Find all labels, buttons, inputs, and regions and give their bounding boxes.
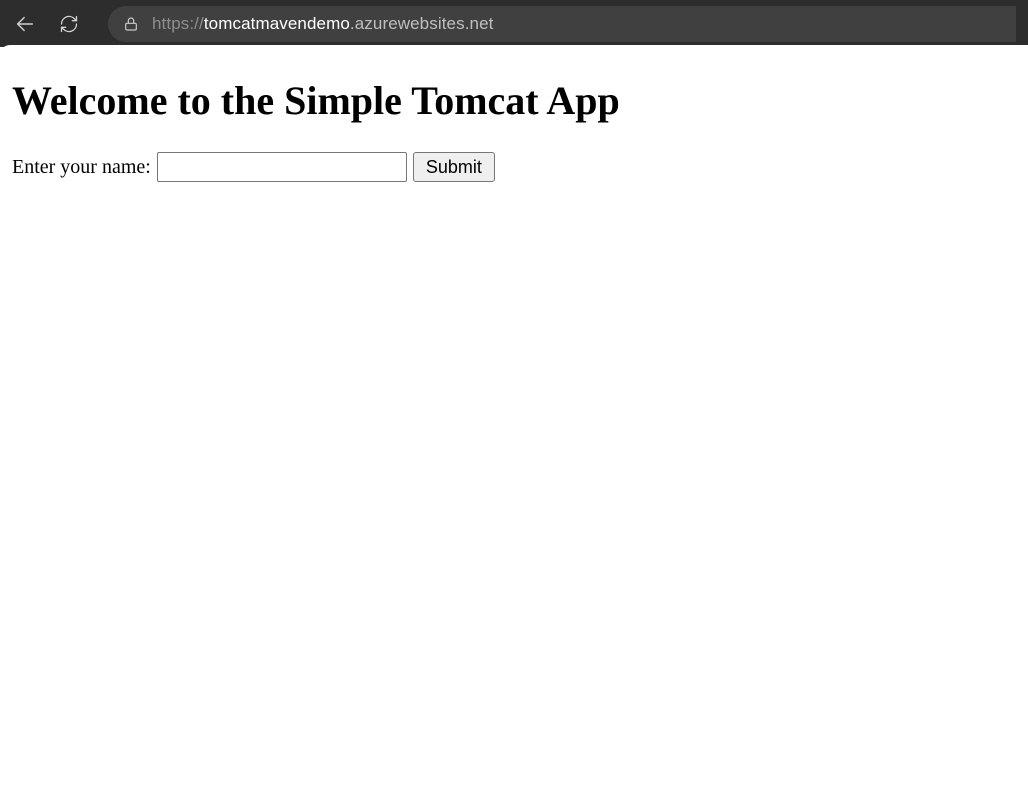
page-viewport: Welcome to the Simple Tomcat App Enter y… bbox=[0, 45, 1028, 786]
name-label: Enter your name: bbox=[12, 156, 151, 179]
submit-button[interactable]: Submit bbox=[413, 152, 495, 182]
address-bar[interactable]: https://tomcatmavendemo.azurewebsites.ne… bbox=[108, 6, 1016, 42]
refresh-button[interactable] bbox=[56, 11, 82, 37]
back-button[interactable] bbox=[12, 11, 38, 37]
arrow-left-icon bbox=[14, 13, 36, 35]
url-scheme: https:// bbox=[152, 14, 204, 33]
name-input[interactable] bbox=[157, 152, 407, 182]
name-form: Enter your name: Submit bbox=[12, 152, 1016, 182]
page-title: Welcome to the Simple Tomcat App bbox=[12, 77, 1016, 124]
url-text: https://tomcatmavendemo.azurewebsites.ne… bbox=[152, 14, 493, 34]
url-host: tomcatmavendemo bbox=[204, 14, 350, 33]
lock-icon bbox=[122, 15, 140, 33]
refresh-icon bbox=[59, 14, 79, 34]
browser-toolbar: https://tomcatmavendemo.azurewebsites.ne… bbox=[0, 0, 1028, 47]
url-rest: .azurewebsites.net bbox=[350, 14, 494, 33]
